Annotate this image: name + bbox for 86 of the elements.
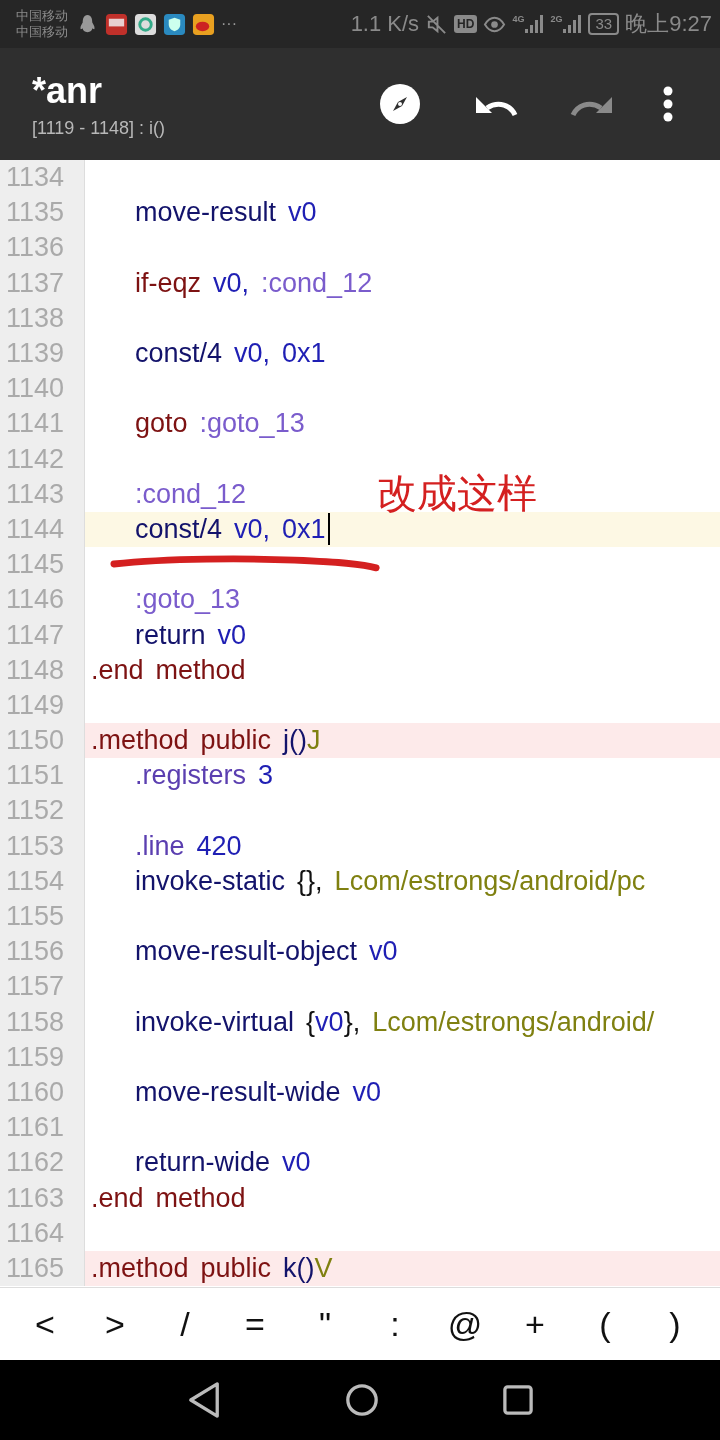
- line-number: 1164: [6, 1217, 65, 1249]
- carrier-name: 中国移动: [16, 8, 68, 24]
- symbol-key[interactable]: =: [227, 1304, 283, 1344]
- code-line: move-result-object v0: [135, 936, 398, 968]
- code-line: return-wide v0: [135, 1147, 311, 1179]
- recents-icon[interactable]: [503, 1385, 533, 1415]
- code-line: .method public j()J: [91, 725, 321, 757]
- symbol-key[interactable]: <: [17, 1304, 73, 1344]
- network-type: 4G: [512, 14, 525, 24]
- network-speed: 1.1 K/s: [350, 11, 420, 37]
- line-number: 1136: [6, 232, 65, 264]
- symbol-key[interactable]: +: [507, 1304, 563, 1344]
- hd-badge: HD: [454, 15, 478, 33]
- line-number: 1135: [6, 197, 65, 229]
- line-number: 1158: [6, 1006, 65, 1038]
- back-icon[interactable]: [187, 1381, 221, 1419]
- more-icon: [663, 86, 673, 122]
- symbol-key[interactable]: ): [647, 1304, 703, 1344]
- line-number: 1159: [6, 1041, 65, 1073]
- more-notifications: ···: [221, 15, 237, 33]
- code-line: .end method: [91, 654, 246, 686]
- signal-icon: [524, 14, 545, 34]
- symbol-key[interactable]: :: [367, 1304, 423, 1344]
- annotation-text: 改成这样: [377, 469, 537, 518]
- mute-icon: [425, 12, 449, 36]
- clock: 晚上9:27: [625, 10, 712, 38]
- line-number: 1137: [6, 267, 65, 299]
- code-line: invoke-static {}, Lcom/estrongs/android/pc: [135, 865, 646, 897]
- network-type: 2G: [550, 14, 563, 24]
- file-title: *anr: [32, 69, 104, 112]
- line-number: 1145: [6, 549, 65, 581]
- line-number: 1134: [6, 162, 65, 194]
- code-line: invoke-virtual {v0}, Lcom/estrongs/android/: [135, 1006, 655, 1038]
- line-number: 1155: [6, 901, 65, 933]
- symbol-key[interactable]: /: [157, 1304, 213, 1344]
- line-number: 1144: [6, 513, 65, 545]
- line-number: 1139: [6, 338, 65, 370]
- line-number: 1157: [6, 971, 65, 1003]
- line-number: 1154: [6, 865, 65, 897]
- app-icon: [134, 12, 157, 36]
- line-number: 1146: [6, 584, 65, 616]
- code-line: .line 420: [135, 830, 242, 862]
- app-icon: [192, 12, 215, 36]
- code-line: goto :goto_13: [135, 408, 305, 440]
- code-line: const/4 v0, 0x1: [135, 513, 326, 545]
- code-line: .end method: [91, 1182, 246, 1214]
- code-line: move-result-wide v0: [135, 1076, 382, 1108]
- carrier-name: 中国移动: [16, 24, 68, 40]
- signal-icon: [562, 14, 583, 34]
- symbol-key[interactable]: (: [577, 1304, 633, 1344]
- line-number: 1163: [6, 1182, 65, 1214]
- line-number: 1160: [6, 1076, 65, 1108]
- shield-icon: [163, 12, 186, 36]
- code-line: const/4 v0, 0x1: [135, 338, 326, 370]
- line-number: 1148: [6, 654, 65, 686]
- line-number: 1161: [6, 1112, 65, 1144]
- symbol-key[interactable]: >: [87, 1304, 143, 1344]
- battery-indicator: 33: [588, 13, 620, 35]
- app-icon: [105, 12, 128, 36]
- line-number: 1150: [6, 725, 65, 757]
- line-number: 1143: [6, 478, 65, 510]
- code-line: .method public k()V: [91, 1252, 333, 1284]
- line-number: 1140: [6, 373, 65, 405]
- compass-icon: [380, 84, 420, 124]
- line-number: 1156: [6, 936, 65, 968]
- code-line: if-eqz v0, :cond_12: [135, 267, 373, 299]
- code-line: :cond_12: [135, 478, 247, 510]
- code-line: .registers 3: [135, 760, 274, 792]
- line-number: 1149: [6, 689, 65, 721]
- method-range: [1119 - 1148] : i(): [32, 117, 167, 139]
- line-number: 1153: [6, 830, 65, 862]
- line-number: 1138: [6, 302, 65, 334]
- code-line: :goto_13: [135, 584, 241, 616]
- symbol-key[interactable]: ": [297, 1304, 353, 1344]
- code-line: return v0: [135, 619, 247, 651]
- line-number: 1165: [6, 1252, 65, 1284]
- text-cursor: [327, 513, 330, 546]
- symbol-key[interactable]: @: [437, 1304, 493, 1344]
- line-number: 1151: [6, 760, 65, 792]
- line-number: 1147: [6, 619, 65, 651]
- line-number: 1152: [6, 795, 65, 827]
- home-icon[interactable]: [345, 1383, 379, 1417]
- line-number: 1162: [6, 1147, 65, 1179]
- code-line: move-result v0: [135, 197, 317, 229]
- line-number: 1142: [6, 443, 65, 475]
- line-number: 1141: [6, 408, 65, 440]
